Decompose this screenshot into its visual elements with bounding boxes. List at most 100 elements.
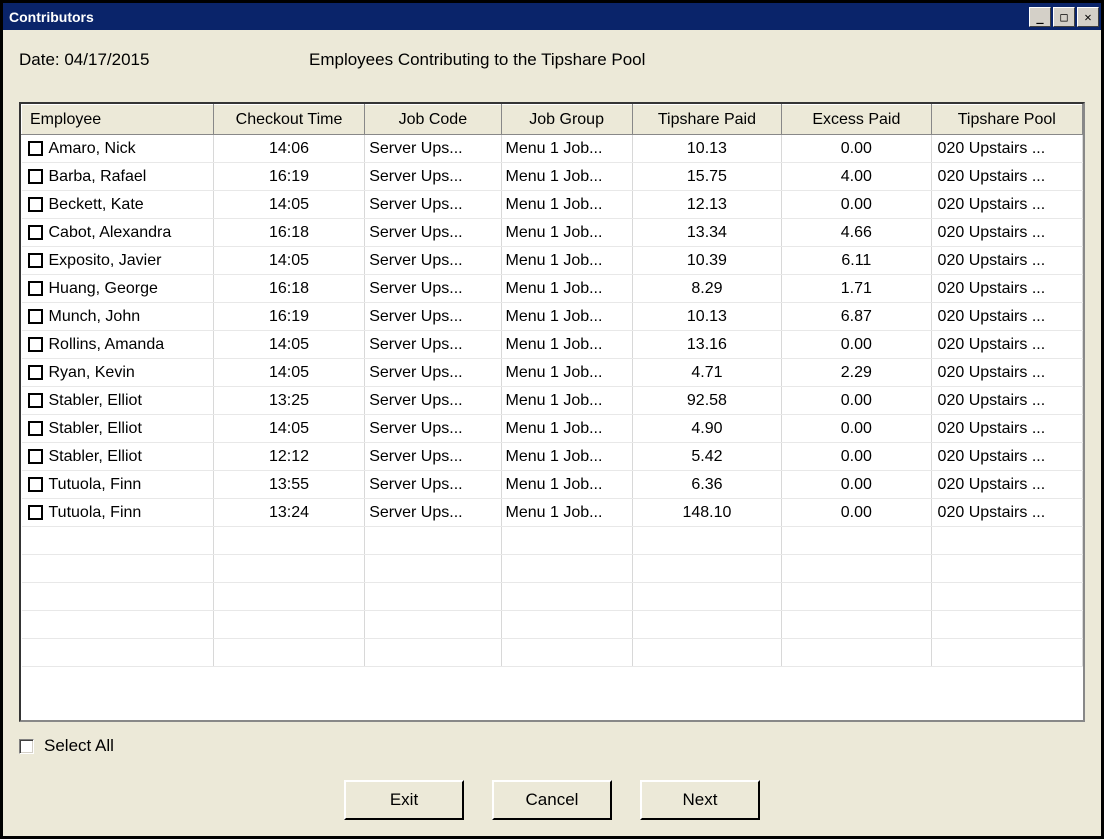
tipshare-paid: 148.10 [632, 499, 781, 527]
employee-name: Amaro, Nick [49, 140, 136, 157]
next-button[interactable]: Next [640, 780, 760, 820]
row-checkbox[interactable] [28, 337, 43, 352]
row-checkbox[interactable] [28, 169, 43, 184]
excess-paid: 2.29 [782, 359, 931, 387]
row-checkbox[interactable] [28, 421, 43, 436]
tipshare-paid: 4.71 [632, 359, 781, 387]
col-checkout-time[interactable]: Checkout Time [213, 105, 364, 135]
tipshare-pool: 020 Upstairs ... [931, 135, 1082, 163]
checkout-time: 16:18 [213, 275, 364, 303]
tipshare-paid: 13.34 [632, 219, 781, 247]
checkout-time: 13:24 [213, 499, 364, 527]
employee-name: Rollins, Amanda [49, 336, 165, 353]
table-row[interactable]: Ryan, Kevin14:05Server Ups...Menu 1 Job.… [22, 359, 1083, 387]
table-row[interactable]: Beckett, Kate14:05Server Ups...Menu 1 Jo… [22, 191, 1083, 219]
col-employee[interactable]: Employee [22, 105, 214, 135]
tipshare-pool: 020 Upstairs ... [931, 443, 1082, 471]
tipshare-paid: 10.39 [632, 247, 781, 275]
row-checkbox[interactable] [28, 365, 43, 380]
row-checkbox[interactable] [28, 197, 43, 212]
job-group: Menu 1 Job... [501, 387, 632, 415]
row-checkbox[interactable] [28, 393, 43, 408]
job-group: Menu 1 Job... [501, 499, 632, 527]
table-row-empty [22, 639, 1083, 667]
titlebar[interactable]: Contributors _ □ ✕ [3, 3, 1101, 30]
col-tipshare-pool[interactable]: Tipshare Pool [931, 105, 1082, 135]
job-code: Server Ups... [365, 387, 501, 415]
row-checkbox[interactable] [28, 505, 43, 520]
tipshare-pool: 020 Upstairs ... [931, 359, 1082, 387]
employee-name: Tutuola, Finn [49, 504, 142, 521]
job-code: Server Ups... [365, 443, 501, 471]
excess-paid: 0.00 [782, 331, 931, 359]
excess-paid: 0.00 [782, 471, 931, 499]
excess-paid: 0.00 [782, 443, 931, 471]
table-row[interactable]: Cabot, Alexandra16:18Server Ups...Menu 1… [22, 219, 1083, 247]
col-job-group[interactable]: Job Group [501, 105, 632, 135]
tipshare-paid: 12.13 [632, 191, 781, 219]
row-checkbox[interactable] [28, 253, 43, 268]
col-job-code[interactable]: Job Code [365, 105, 501, 135]
close-button[interactable]: ✕ [1077, 7, 1099, 27]
row-checkbox[interactable] [28, 281, 43, 296]
employee-name: Tutuola, Finn [49, 476, 142, 493]
table-row[interactable]: Amaro, Nick14:06Server Ups...Menu 1 Job.… [22, 135, 1083, 163]
table-row-empty [22, 611, 1083, 639]
checkout-time: 13:55 [213, 471, 364, 499]
job-code: Server Ups... [365, 219, 501, 247]
excess-paid: 0.00 [782, 499, 931, 527]
tipshare-pool: 020 Upstairs ... [931, 415, 1082, 443]
tipshare-pool: 020 Upstairs ... [931, 247, 1082, 275]
tipshare-pool: 020 Upstairs ... [931, 191, 1082, 219]
row-checkbox[interactable] [28, 477, 43, 492]
job-group: Menu 1 Job... [501, 275, 632, 303]
minimize-icon: _ [1036, 10, 1043, 24]
employee-name: Stabler, Elliot [49, 448, 142, 465]
checkout-time: 14:06 [213, 135, 364, 163]
tipshare-pool: 020 Upstairs ... [931, 303, 1082, 331]
tipshare-paid: 6.36 [632, 471, 781, 499]
tipshare-pool: 020 Upstairs ... [931, 275, 1082, 303]
contributors-grid[interactable]: Employee Checkout Time Job Code Job Grou… [19, 102, 1085, 722]
row-checkbox[interactable] [28, 141, 43, 156]
job-code: Server Ups... [365, 247, 501, 275]
checkout-time: 14:05 [213, 191, 364, 219]
excess-paid: 4.66 [782, 219, 931, 247]
table-row[interactable]: Rollins, Amanda14:05Server Ups...Menu 1 … [22, 331, 1083, 359]
job-code: Server Ups... [365, 471, 501, 499]
excess-paid: 0.00 [782, 415, 931, 443]
col-tipshare-paid[interactable]: Tipshare Paid [632, 105, 781, 135]
job-group: Menu 1 Job... [501, 303, 632, 331]
table-row[interactable]: Stabler, Elliot13:25Server Ups...Menu 1 … [22, 387, 1083, 415]
row-checkbox[interactable] [28, 309, 43, 324]
cancel-button[interactable]: Cancel [492, 780, 612, 820]
employee-name: Munch, John [49, 308, 141, 325]
table-row[interactable]: Exposito, Javier14:05Server Ups...Menu 1… [22, 247, 1083, 275]
maximize-button[interactable]: □ [1053, 7, 1075, 27]
job-group: Menu 1 Job... [501, 163, 632, 191]
exit-button[interactable]: Exit [344, 780, 464, 820]
row-checkbox[interactable] [28, 449, 43, 464]
table-row[interactable]: Tutuola, Finn13:24Server Ups...Menu 1 Jo… [22, 499, 1083, 527]
row-checkbox[interactable] [28, 225, 43, 240]
col-excess-paid[interactable]: Excess Paid [782, 105, 931, 135]
table-row[interactable]: Huang, George16:18Server Ups...Menu 1 Jo… [22, 275, 1083, 303]
employee-name: Cabot, Alexandra [49, 224, 172, 241]
table-row[interactable]: Stabler, Elliot12:12Server Ups...Menu 1 … [22, 443, 1083, 471]
contributors-window: Contributors _ □ ✕ Date: 04/17/2015 Empl… [0, 0, 1104, 839]
minimize-button[interactable]: _ [1029, 7, 1051, 27]
job-code: Server Ups... [365, 275, 501, 303]
tipshare-paid: 10.13 [632, 303, 781, 331]
job-group: Menu 1 Job... [501, 359, 632, 387]
table-row[interactable]: Barba, Rafael16:19Server Ups...Menu 1 Jo… [22, 163, 1083, 191]
table-row-empty [22, 583, 1083, 611]
tipshare-paid: 13.16 [632, 331, 781, 359]
table-row[interactable]: Tutuola, Finn13:55Server Ups...Menu 1 Jo… [22, 471, 1083, 499]
select-all-checkbox[interactable] [19, 739, 34, 754]
table-row[interactable]: Munch, John16:19Server Ups...Menu 1 Job.… [22, 303, 1083, 331]
excess-paid: 4.00 [782, 163, 931, 191]
employee-name: Stabler, Elliot [49, 420, 142, 437]
employee-name: Exposito, Javier [49, 252, 162, 269]
table-row-empty [22, 527, 1083, 555]
table-row[interactable]: Stabler, Elliot14:05Server Ups...Menu 1 … [22, 415, 1083, 443]
